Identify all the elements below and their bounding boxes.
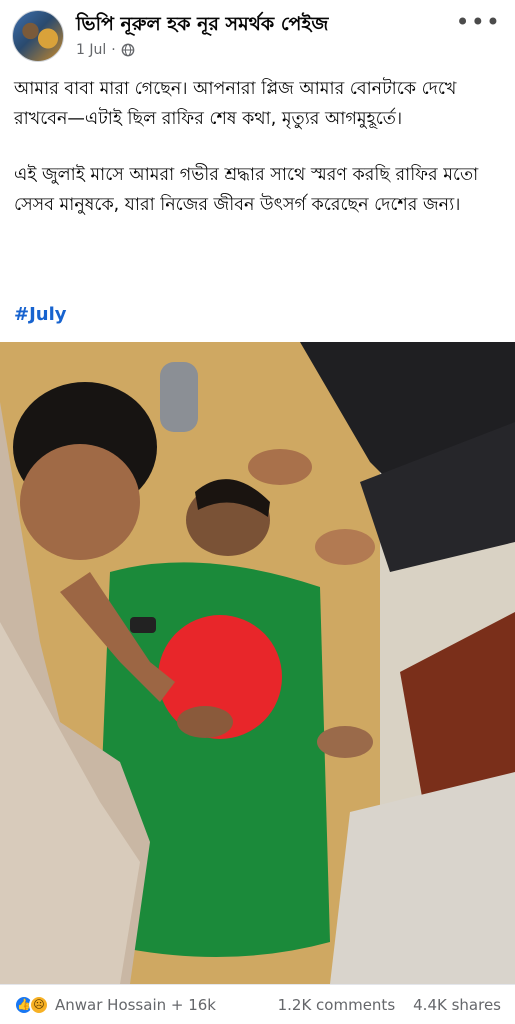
hashtag-link[interactable]: #July	[14, 304, 67, 325]
more-options-icon[interactable]: •••	[456, 8, 501, 36]
sandal	[160, 362, 198, 432]
hands-folded	[177, 706, 233, 738]
reactors-count[interactable]: Anwar Hossain + 16k	[55, 996, 216, 1014]
meta-separator: ·	[111, 42, 116, 58]
foot-right	[315, 529, 375, 565]
foot-left	[248, 449, 312, 485]
page-name-link[interactable]: ভিপি নূরুল হক নূর সমর্থক পেইজ	[76, 10, 328, 42]
sad-icon: ☹	[29, 994, 49, 1015]
post-footer: 👍 ☹ Anwar Hossain + 16k 1.2K comments 4.…	[0, 984, 515, 1024]
man-left-face	[20, 444, 140, 560]
photo-illustration	[0, 342, 515, 984]
comments-count[interactable]: 1.2K comments	[278, 996, 396, 1014]
post-stats: 1.2K comments 4.4K shares	[278, 996, 501, 1014]
post-photo[interactable]	[0, 342, 515, 984]
reactions-summary[interactable]: 👍 ☹ Anwar Hossain + 16k	[14, 994, 216, 1015]
page-avatar[interactable]	[12, 10, 64, 62]
post-meta: 1 Jul ·	[76, 42, 135, 58]
post-date[interactable]: 1 Jul	[76, 42, 106, 58]
post-body: আমার বাবা মারা গেছেন। আপনারা প্লিজ আমার …	[14, 74, 504, 246]
wristwatch	[130, 617, 156, 633]
post-paragraph-1: আমার বাবা মারা গেছেন। আপনারা প্লিজ আমার …	[14, 79, 457, 129]
person-right-hand	[317, 726, 373, 758]
globe-icon	[121, 43, 135, 57]
post-header: ভিপি নূরুল হক নূর সমর্থক পেইজ 1 Jul · ••…	[0, 0, 515, 68]
post-paragraph-2: এই জুলাই মাসে আমরা গভীর শ্রদ্ধার সাথে স্…	[14, 165, 479, 215]
shares-count[interactable]: 4.4K shares	[413, 996, 501, 1014]
